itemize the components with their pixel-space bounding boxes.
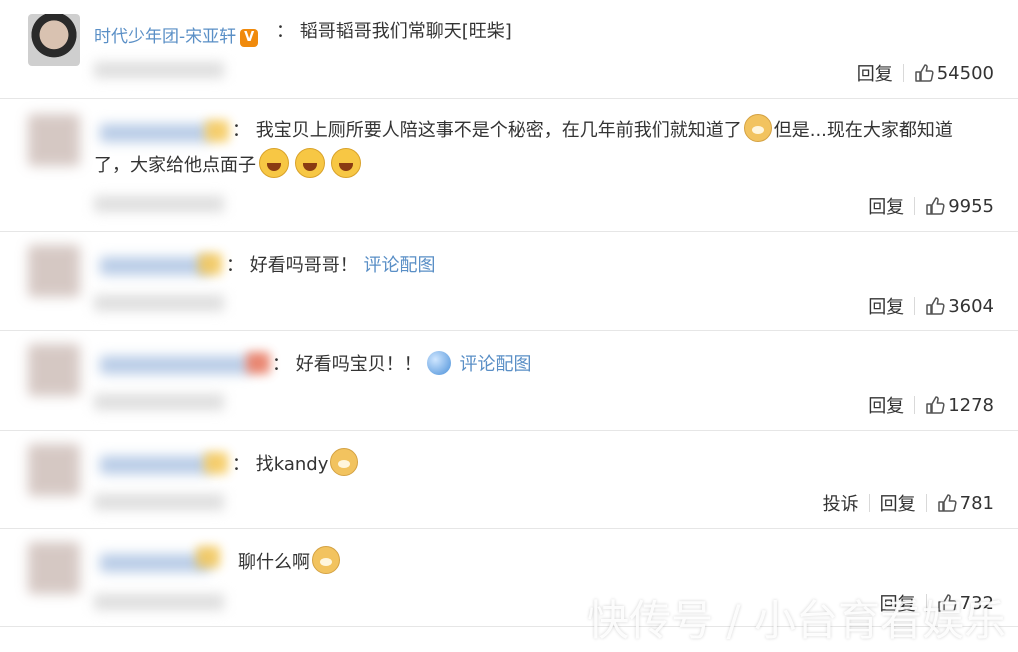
divider (902, 64, 904, 82)
reply-button[interactable]: 回复 (880, 490, 916, 516)
verified-badge-icon (205, 120, 229, 142)
avatar[interactable] (28, 542, 80, 594)
comment-image-link[interactable]: 评论配图 (459, 354, 531, 375)
comment-meta-blurred (94, 196, 224, 212)
laugh-cry-emoji-icon (259, 148, 289, 178)
comment-meta-blurred (94, 394, 224, 410)
comment-actions: 回复 9955 (868, 193, 994, 219)
avatar[interactable] (28, 114, 80, 166)
thumbs-up-icon (914, 63, 934, 83)
comment-item: ： 好看吗哥哥！ 评论配图 回复 3604 (0, 231, 1018, 331)
verified-badge-icon (246, 352, 270, 374)
picture-globe-icon (427, 351, 452, 375)
verified-badge-icon (196, 546, 220, 568)
comment-author[interactable] (100, 356, 250, 374)
avatar[interactable] (28, 245, 80, 297)
comment-meta-blurred (94, 62, 224, 78)
comment-meta-blurred (94, 594, 224, 610)
comment-body: 了，大家给他点面子 (94, 155, 256, 176)
like-button[interactable]: 54500 (914, 63, 994, 84)
comment-colon: ： (272, 354, 290, 375)
thumbs-up-icon (925, 196, 945, 216)
comment-author[interactable] (100, 554, 210, 572)
comment-colon: ： (232, 454, 250, 475)
like-count: 3604 (948, 295, 994, 317)
comment-colon: ： (232, 120, 250, 141)
like-count: 781 (959, 492, 994, 514)
divider (914, 297, 916, 315)
avatar[interactable] (28, 14, 80, 66)
comment-text: 聊什么啊 (238, 546, 342, 580)
comment-author[interactable] (100, 257, 210, 275)
avatar[interactable] (28, 344, 80, 396)
like-button[interactable]: 781 (937, 493, 994, 514)
divider (914, 396, 916, 414)
comment-body: 韬哥韬哥我们常聊天[旺柴] (299, 21, 512, 42)
reply-button[interactable]: 回复 (868, 193, 904, 219)
report-button[interactable]: 投诉 (823, 490, 859, 516)
comment-body: 找kandy (255, 454, 329, 475)
watermark: 快传号 / 小台育看娱乐 (587, 596, 1006, 645)
laugh-cry-emoji-icon (295, 148, 325, 178)
avatar[interactable] (28, 444, 80, 496)
thumbs-up-icon (937, 493, 957, 513)
comment-item: ： 我宝贝上厕所要人陪这事不是个秘密，在几年前我们就知道了 但是...现在大家都知… (0, 98, 1018, 232)
like-button[interactable]: 9955 (925, 196, 994, 217)
comment-meta-blurred (94, 494, 224, 510)
comment-actions: 回复 1278 (868, 392, 994, 418)
comment-body: 聊什么啊 (238, 552, 310, 573)
like-count: 9955 (948, 195, 994, 217)
comment-colon: ： (226, 255, 244, 276)
divider (914, 197, 916, 215)
comment-text: ： 找kandy (232, 448, 360, 482)
comment-item: ： 好看吗宝贝！！ 评论配图 回复 1278 (0, 330, 1018, 431)
comment-text: ： 好看吗宝贝！！ 评论配图 (272, 348, 531, 382)
like-button[interactable]: 3604 (925, 296, 994, 317)
comment-image-link[interactable]: 评论配图 (363, 255, 435, 276)
doge-emoji-icon (743, 114, 772, 142)
comment-item: 时代少年团-宋亚轩 V ： 韬哥韬哥我们常聊天[旺柴] 回复 54500 (0, 0, 1018, 99)
comment-text: ： 我宝贝上厕所要人陪这事不是个秘密，在几年前我们就知道了 但是...现在大家都知… (232, 114, 1002, 148)
reply-button[interactable]: 回复 (868, 392, 904, 418)
author-name[interactable]: 时代少年团-宋亚轩 (94, 27, 236, 47)
comment-item: ： 找kandy 投诉 回复 781 (0, 430, 1018, 529)
laugh-cry-emoji-icon (331, 148, 361, 178)
comment-text: ： 韬哥韬哥我们常聊天[旺柴] (276, 15, 512, 49)
comment-body: 好看吗哥哥！ (249, 255, 358, 276)
comment-actions: 投诉 回复 781 (823, 490, 994, 516)
comment-body-cont: 但是...现在大家都知道 (773, 120, 953, 141)
comment-text-line2: 了，大家给他点面子 (94, 148, 364, 183)
verified-badge-icon (204, 452, 228, 474)
comment-author[interactable]: 时代少年团-宋亚轩 V (94, 22, 259, 47)
comment-author[interactable] (100, 124, 210, 142)
comment-author[interactable] (100, 456, 210, 474)
like-count: 1278 (948, 394, 994, 416)
divider (868, 494, 870, 512)
like-button[interactable]: 1278 (925, 395, 994, 416)
reply-button[interactable]: 回复 (868, 293, 904, 319)
comment-body: 我宝贝上厕所要人陪这事不是个秘密，在几年前我们就知道了 (255, 120, 742, 141)
thumbs-up-icon (925, 296, 945, 316)
divider (925, 494, 927, 512)
thumbs-up-icon (925, 395, 945, 415)
verified-badge-icon (198, 253, 222, 275)
comment-meta-blurred (94, 295, 224, 311)
comment-body: 好看吗宝贝！！ (295, 354, 422, 375)
verified-badge-icon: V (240, 29, 259, 47)
comment-actions: 回复 54500 (857, 60, 994, 86)
doge-emoji-icon (330, 448, 359, 476)
comment-colon: ： (276, 21, 294, 42)
reply-button[interactable]: 回复 (857, 60, 893, 86)
like-count: 54500 (936, 62, 994, 84)
doge-emoji-icon (312, 546, 340, 574)
comment-text: ： 好看吗哥哥！ 评论配图 (226, 249, 435, 283)
comment-actions: 回复 3604 (868, 293, 994, 319)
